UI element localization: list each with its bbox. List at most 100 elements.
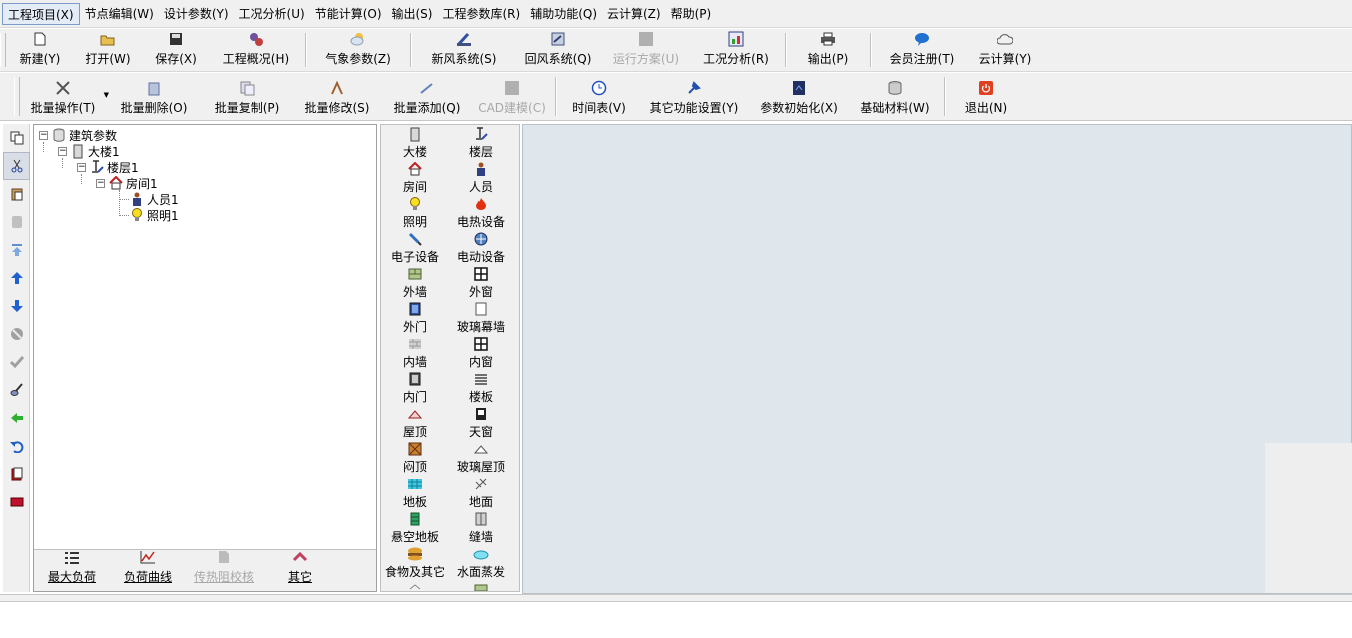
person-icon [129, 191, 145, 207]
overview-button[interactable]: 工程概况(H) [210, 29, 302, 71]
palette-water-evaporation[interactable]: 水面蒸发 [447, 545, 515, 580]
other-button[interactable]: 其它 [262, 550, 338, 591]
move-up-icon[interactable] [3, 264, 30, 292]
palette-skylight[interactable]: 天窗 [447, 405, 515, 440]
condition-analysis-label: 工况分析(R) [703, 52, 769, 66]
attic-icon [407, 441, 423, 457]
stop-icon[interactable] [3, 320, 30, 348]
output-pane[interactable] [0, 603, 1352, 638]
tree-floor[interactable]: − 楼层1 [77, 159, 139, 175]
palette-room[interactable]: 房间 [381, 160, 449, 195]
collapse-toggle[interactable]: − [96, 178, 105, 188]
output-button[interactable]: 输出(P) [789, 29, 867, 71]
menu-aux[interactable]: 辅助功能(Q) [525, 3, 602, 25]
menu-condition-analysis[interactable]: 工况分析(U) [234, 3, 310, 25]
batch-copy-button[interactable]: 批量复制(P) [202, 73, 292, 120]
collapse-toggle[interactable]: − [77, 162, 86, 172]
menu-cloud[interactable]: 云计算(Z) [602, 3, 666, 25]
batch-operation-button[interactable]: 批量操作(T) ▼ [20, 73, 109, 120]
tree-building[interactable]: − 大楼1 [58, 143, 120, 159]
tree-lighting[interactable]: 照明1 [129, 207, 179, 223]
register-button[interactable]: 会员注册(T) [874, 29, 970, 71]
run-plan-icon [638, 31, 654, 47]
component-palette: 大楼 楼层 房间 人员 照明 电热设备 电子设备 电动设备 外墙 外窗 外门 玻… [380, 124, 520, 592]
collapse-toggle[interactable]: − [58, 146, 67, 156]
book-icon[interactable] [3, 460, 30, 488]
palette-curtain-wall[interactable]: 玻璃幕墙 [447, 300, 515, 335]
palette-ground[interactable]: 地面 [447, 475, 515, 510]
menu-project[interactable]: 工程项目(X) [2, 2, 80, 25]
menu-help[interactable]: 帮助(P) [666, 3, 717, 25]
palette-electronic-device[interactable]: 电子设备 [381, 230, 449, 265]
menu-energy-calc[interactable]: 节能计算(O) [310, 3, 387, 25]
palette-exterior-door[interactable]: 外门 [381, 300, 449, 335]
run-plan-button[interactable]: 运行方案(U) [602, 29, 690, 71]
param-init-button[interactable]: 参数初始化(X) [749, 73, 849, 120]
main-workspace[interactable] [522, 124, 1352, 594]
palette-interior-door[interactable]: 内门 [381, 370, 449, 405]
delete-disabled-icon[interactable] [3, 208, 30, 236]
base-material-button[interactable]: 基础材料(W) [849, 73, 941, 120]
palette-lighting[interactable]: 照明 [381, 195, 449, 230]
palette-attic[interactable]: 闷顶 [381, 440, 449, 475]
red-block-icon[interactable] [3, 488, 30, 516]
cut-icon[interactable] [3, 152, 30, 180]
palette-exterior-wall[interactable]: 外墙 [381, 265, 449, 300]
palette-interior-window[interactable]: 内窗 [447, 335, 515, 370]
palette-more-item[interactable] [447, 580, 515, 591]
horizontal-splitter[interactable] [0, 594, 1352, 602]
palette-floor[interactable]: 楼层 [447, 125, 515, 160]
tree-root[interactable]: − 建筑参数 [39, 127, 117, 143]
palette-roof[interactable]: 屋顶 [381, 405, 449, 440]
paste-icon[interactable] [3, 180, 30, 208]
palette-electric-heater[interactable]: 电热设备 [447, 195, 515, 230]
heat-check-button[interactable]: 传热阻校核 [186, 550, 262, 591]
menu-param-library[interactable]: 工程参数库(R) [437, 3, 525, 25]
menu-design-params[interactable]: 设计参数(Y) [159, 3, 234, 25]
tree-person[interactable]: 人员1 [129, 191, 179, 207]
new-button[interactable]: 新建(Y) [6, 29, 74, 71]
other-settings-button[interactable]: 其它功能设置(Y) [639, 73, 749, 120]
exit-button[interactable]: 退出(N) [948, 73, 1024, 120]
batch-delete-icon [146, 80, 162, 96]
load-curve-button[interactable]: 负荷曲线 [110, 550, 186, 591]
copy-icon[interactable] [3, 124, 30, 152]
cloud-calc-button[interactable]: 云计算(Y) [970, 29, 1040, 71]
open-button[interactable]: 打开(W) [74, 29, 142, 71]
condition-analysis-button[interactable]: 工况分析(R) [690, 29, 782, 71]
palette-floor-slab[interactable]: 楼板 [447, 370, 515, 405]
move-down-icon[interactable] [3, 292, 30, 320]
collapse-toggle[interactable]: − [39, 130, 48, 140]
batch-add-button[interactable]: 批量添加(Q) [382, 73, 472, 120]
check-icon[interactable] [3, 348, 30, 376]
save-button[interactable]: 保存(X) [142, 29, 210, 71]
tree-room[interactable]: − 房间1 [96, 175, 158, 191]
schedule-label: 时间表(V) [572, 101, 626, 115]
palette-motor-device[interactable]: 电动设备 [447, 230, 515, 265]
palette-interior-wall[interactable]: 内墙 [381, 335, 449, 370]
batch-modify-button[interactable]: 批量修改(S) [292, 73, 382, 120]
weather-button[interactable]: 气象参数(Z) [309, 29, 407, 71]
undo-icon[interactable] [3, 432, 30, 460]
palette-food[interactable]: 食物及其它 [381, 545, 449, 580]
palette-raised-floor[interactable]: 悬空地板 [381, 510, 449, 545]
palette-exterior-window[interactable]: 外窗 [447, 265, 515, 300]
palette-building[interactable]: 大楼 [381, 125, 449, 160]
back-arrow-icon[interactable] [3, 404, 30, 432]
palette-person[interactable]: 人员 [447, 160, 515, 195]
menu-node-edit[interactable]: 节点编辑(W) [80, 3, 159, 25]
fresh-air-button[interactable]: 新风系统(S) [414, 29, 514, 71]
menu-output[interactable]: 输出(S) [387, 3, 438, 25]
palette-floorboard[interactable]: 地板 [381, 475, 449, 510]
palette-more-item[interactable] [381, 580, 449, 591]
toolbar-separator [944, 77, 945, 116]
return-air-button[interactable]: 回风系统(Q) [514, 29, 602, 71]
max-load-button[interactable]: 最大负荷 [34, 550, 110, 591]
batch-delete-button[interactable]: 批量删除(O) [106, 73, 202, 120]
palette-gap-wall[interactable]: 缝墙 [447, 510, 515, 545]
paint-brush-icon[interactable] [3, 376, 30, 404]
cad-model-button[interactable]: CAD建模(C) [472, 73, 552, 120]
move-top-icon[interactable] [3, 236, 30, 264]
palette-glass-roof[interactable]: 玻璃屋顶 [447, 440, 515, 475]
schedule-button[interactable]: 时间表(V) [559, 73, 639, 120]
